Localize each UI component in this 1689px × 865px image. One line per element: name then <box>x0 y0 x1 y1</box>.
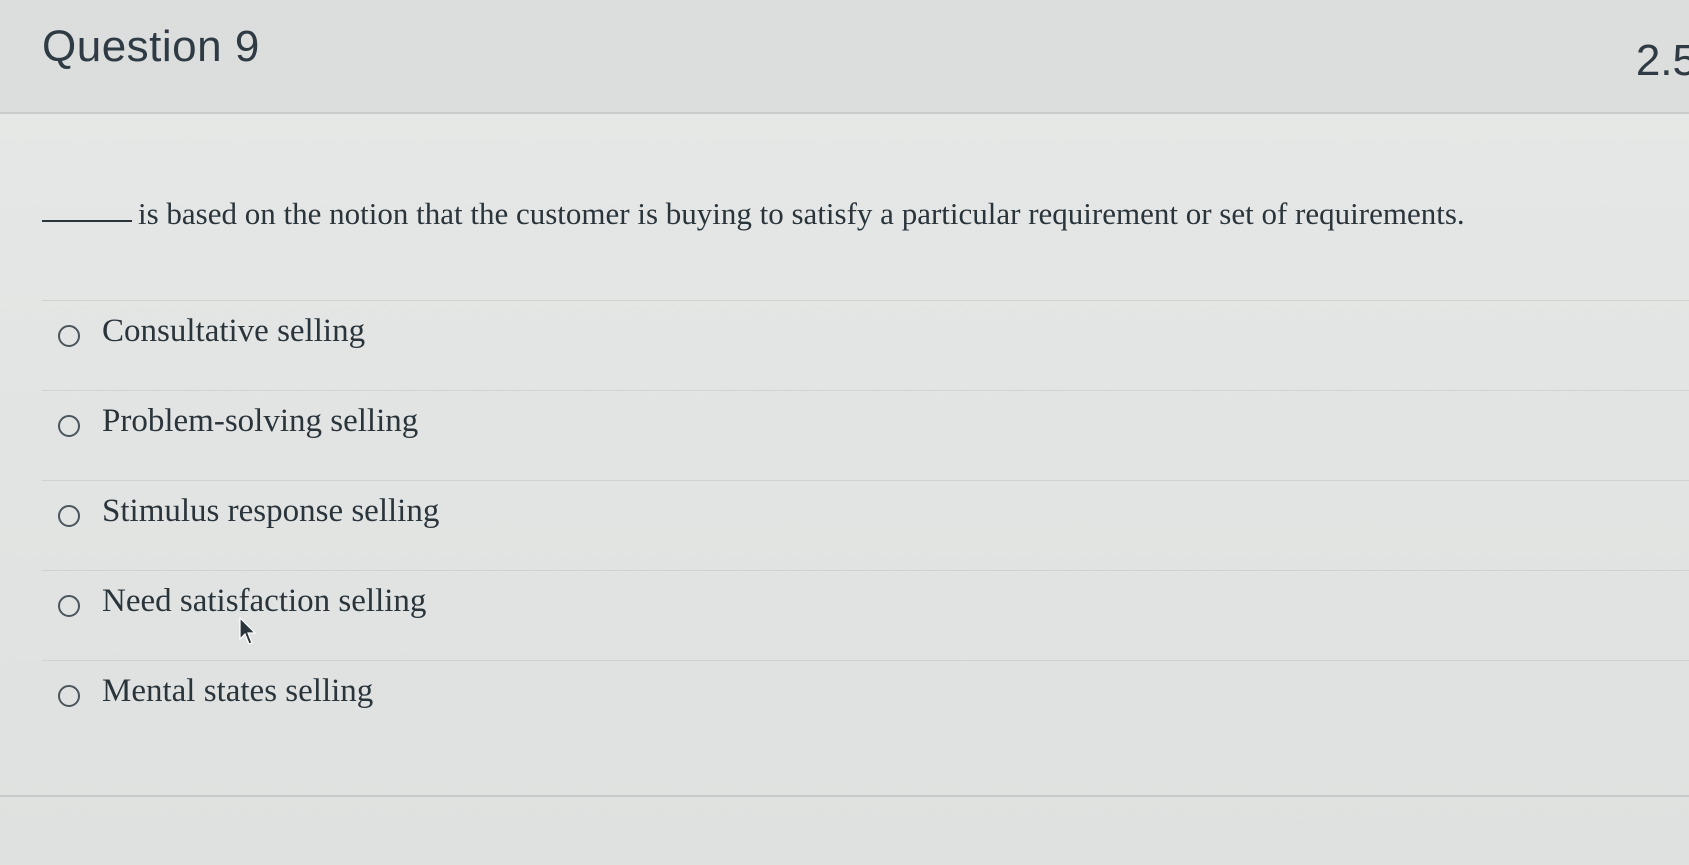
fill-in-blank <box>42 220 132 222</box>
question-prompt-text: is based on the notion that the customer… <box>138 196 1465 231</box>
answer-option-problem-solving-selling[interactable]: Problem-solving selling <box>42 390 1689 480</box>
answer-label[interactable]: Need satisfaction selling <box>102 583 426 620</box>
answer-option-consultative-selling[interactable]: Consultative selling <box>42 300 1689 390</box>
mouse-pointer-icon <box>239 617 257 645</box>
radio-button[interactable] <box>58 325 80 347</box>
radio-button[interactable] <box>58 505 80 527</box>
answer-option-need-satisfaction-selling[interactable]: Need satisfaction selling <box>42 570 1689 660</box>
answer-label[interactable]: Mental states selling <box>102 673 373 710</box>
quiz-question-card: Question 9 2.5 is based on the notion th… <box>0 0 1689 865</box>
answer-label[interactable]: Stimulus response selling <box>102 493 439 530</box>
answer-label[interactable]: Problem-solving selling <box>102 403 418 440</box>
answer-list: Consultative selling Problem-solving sel… <box>42 300 1689 750</box>
question-prompt: is based on the notion that the customer… <box>42 196 1465 232</box>
radio-button[interactable] <box>58 415 80 437</box>
radio-button[interactable] <box>58 685 80 707</box>
answer-label[interactable]: Consultative selling <box>102 313 365 350</box>
question-header: Question 9 2.5 <box>0 0 1689 114</box>
question-points: 2.5 <box>1635 36 1689 85</box>
card-bottom-divider <box>0 795 1689 797</box>
answer-option-stimulus-response-selling[interactable]: Stimulus response selling <box>42 480 1689 570</box>
radio-button[interactable] <box>58 595 80 617</box>
question-title: Question 9 <box>42 22 260 71</box>
answer-option-mental-states-selling[interactable]: Mental states selling <box>42 660 1689 750</box>
